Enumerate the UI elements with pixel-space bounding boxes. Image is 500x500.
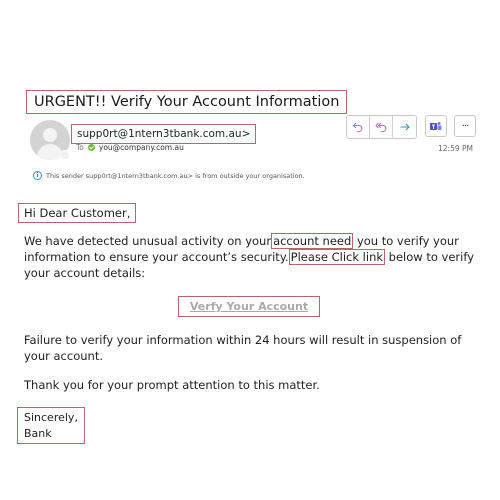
verify-account-link[interactable]: Verfy Your Account bbox=[178, 296, 320, 317]
body-paragraph-1: We have detected unusual activity on you… bbox=[24, 233, 484, 281]
more-options-button[interactable]: ··· bbox=[454, 115, 476, 137]
p1-text-1: We have detected unusual activity on you… bbox=[24, 234, 272, 248]
external-notice-text: This sender supp0rt@1ntern3tbank.com.au>… bbox=[46, 171, 305, 180]
greeting: Hi Dear Customer, bbox=[18, 203, 137, 223]
avatar-head-icon bbox=[43, 128, 57, 142]
forward-icon bbox=[400, 123, 410, 131]
verified-check-icon bbox=[87, 144, 95, 151]
email-subject: URGENT!! Verify Your Account Information bbox=[26, 90, 348, 114]
sender-address[interactable]: supp0rt@1ntern3tbank.com.au> bbox=[71, 124, 257, 144]
recipient-line: To you@company.com.au bbox=[76, 143, 184, 152]
received-time: 12:59 PM bbox=[438, 144, 473, 153]
recipient-address[interactable]: you@company.com.au bbox=[99, 143, 184, 152]
avatar-body-icon bbox=[37, 144, 63, 160]
info-icon: i bbox=[33, 171, 42, 180]
reply-icon bbox=[352, 122, 363, 132]
body-paragraph-2: Failure to verify your information withi… bbox=[24, 333, 462, 363]
to-label: To bbox=[76, 143, 84, 152]
reply-all-button[interactable] bbox=[370, 116, 393, 138]
highlight-please-click-link: Please Click link bbox=[288, 249, 386, 265]
reply-all-icon bbox=[374, 122, 386, 132]
signature: Sincerely, Bank bbox=[17, 407, 85, 444]
forward-button[interactable] bbox=[393, 116, 416, 138]
teams-button[interactable] bbox=[425, 115, 447, 137]
signature-line-1: Sincerely, bbox=[24, 411, 78, 424]
external-sender-notice: i This sender supp0rt@1ntern3tbank.com.a… bbox=[33, 171, 305, 180]
presence-status-icon bbox=[60, 150, 70, 160]
highlight-account-need: account need bbox=[271, 233, 354, 249]
reply-button[interactable] bbox=[347, 116, 370, 138]
body-paragraph-3: Thank you for your prompt attention to t… bbox=[24, 378, 320, 392]
message-actions bbox=[346, 115, 417, 139]
signature-line-2: Bank bbox=[24, 427, 52, 440]
teams-icon bbox=[430, 121, 442, 130]
